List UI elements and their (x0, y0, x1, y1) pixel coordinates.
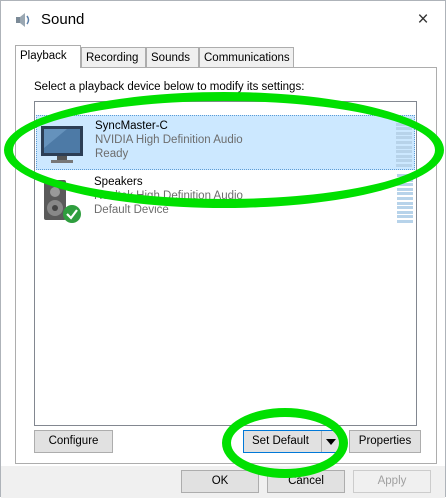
sound-app-icon (16, 13, 30, 27)
dialog-footer: OK Cancel Apply (1, 466, 445, 498)
chevron-down-icon[interactable] (321, 431, 340, 452)
device-name: Speakers (94, 176, 143, 188)
title-bar: Sound × (1, 1, 445, 39)
tab-playback[interactable]: Playback (15, 45, 81, 68)
apply-button[interactable]: Apply (353, 470, 431, 493)
close-icon[interactable]: × (409, 7, 437, 33)
ok-button[interactable]: OK (181, 470, 259, 493)
default-check-icon (63, 205, 81, 223)
tab-recording[interactable]: Recording (81, 47, 146, 67)
cancel-button[interactable]: Cancel (267, 470, 345, 493)
properties-button[interactable]: Properties (349, 430, 421, 453)
device-driver: Realtek High Definition Audio (94, 190, 243, 202)
device-list[interactable]: SyncMaster-C NVIDIA High Definition Audi… (34, 101, 417, 426)
set-default-button[interactable]: Set Default (243, 430, 341, 453)
window-title: Sound (41, 11, 85, 28)
device-driver: NVIDIA High Definition Audio (95, 134, 243, 146)
configure-button[interactable]: Configure (34, 430, 113, 453)
playback-panel: Select a playback device below to modify… (15, 67, 437, 464)
device-name: SyncMaster-C (95, 120, 168, 132)
volume-meter (396, 118, 412, 168)
monitor-icon (41, 126, 83, 163)
instruction-text: Select a playback device below to modify… (34, 81, 305, 93)
volume-meter (397, 174, 413, 224)
device-status: Ready (95, 148, 129, 160)
set-default-label: Set Default (252, 435, 309, 447)
tab-communications[interactable]: Communications (199, 47, 294, 67)
list-item[interactable]: Speakers Realtek High Definition Audio D… (36, 172, 415, 227)
list-item[interactable]: SyncMaster-C NVIDIA High Definition Audi… (36, 115, 415, 170)
tab-sounds[interactable]: Sounds (146, 47, 199, 67)
device-status: Default Device (94, 204, 169, 216)
sound-dialog: Sound × Playback Recording Sounds Commun… (0, 0, 446, 498)
